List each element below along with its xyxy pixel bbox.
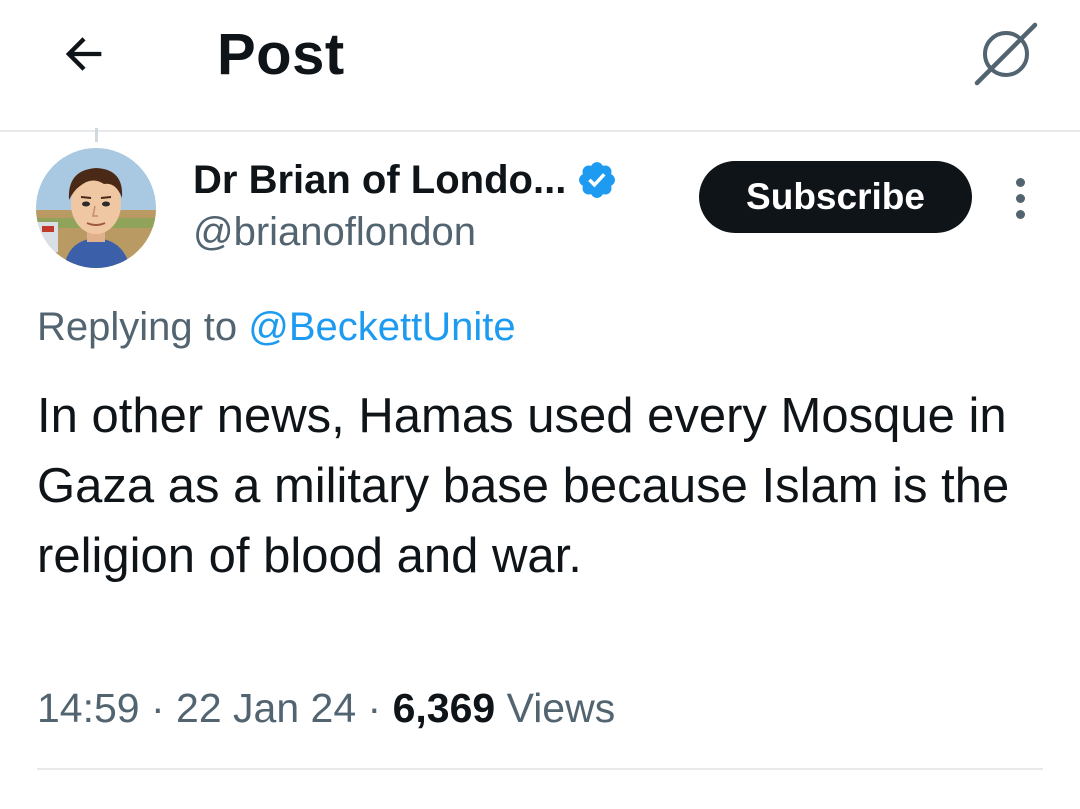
verified-badge-icon xyxy=(576,159,618,201)
avatar[interactable] xyxy=(36,148,156,268)
more-vertical-icon-dot xyxy=(1015,177,1025,187)
more-vertical-icon-dot xyxy=(1015,193,1025,203)
meta-separator: · xyxy=(356,685,393,731)
arrow-left-icon xyxy=(65,37,102,71)
avatar-portrait-icon xyxy=(36,148,156,268)
back-button[interactable] xyxy=(52,22,116,86)
post-date[interactable]: 22 Jan 24 xyxy=(176,685,356,731)
subscribe-button[interactable]: Subscribe xyxy=(699,161,972,233)
author-name-row[interactable]: Dr Brian of Londo... xyxy=(193,152,618,208)
post-time[interactable]: 14:59 xyxy=(37,685,140,731)
meta-separator: · xyxy=(139,685,177,731)
divider xyxy=(37,768,1043,770)
views-count[interactable]: 6,369 xyxy=(393,685,496,731)
grok-button[interactable] xyxy=(968,16,1044,92)
author-handle[interactable]: @brianoflondon xyxy=(193,206,476,258)
post-text: In other news, Hamas used every Mosque i… xyxy=(37,389,1010,583)
grok-icon xyxy=(974,22,1038,86)
top-bar: Post xyxy=(0,0,1080,132)
post-metadata: 14:59 · 22 Jan 24 · 6,369 Views xyxy=(37,680,615,736)
reply-mention-link[interactable]: @BeckettUnite xyxy=(248,305,515,349)
thread-connector-line xyxy=(95,128,98,142)
author-display-name[interactable]: Dr Brian of Londo... xyxy=(193,152,566,208)
views-label[interactable]: Views xyxy=(495,685,616,731)
page-title: Post xyxy=(217,22,345,87)
more-options-button[interactable] xyxy=(996,172,1044,224)
more-vertical-icon-dot xyxy=(1015,209,1025,219)
replying-to: Replying to @BeckettUnite xyxy=(37,300,516,354)
replying-to-label: Replying to xyxy=(37,305,249,349)
